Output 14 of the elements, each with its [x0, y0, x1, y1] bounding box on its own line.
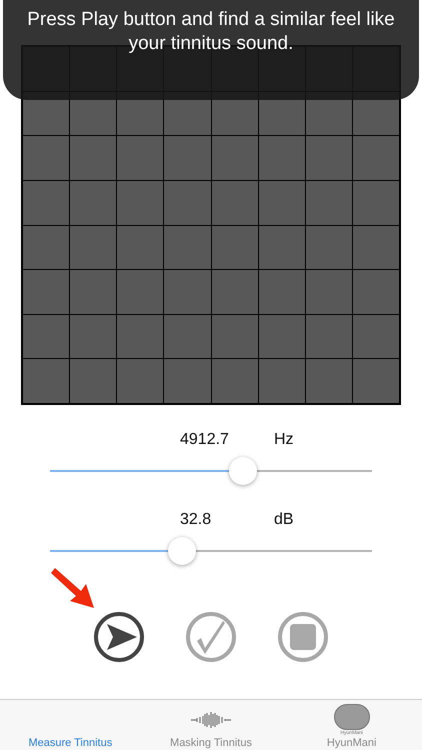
slider-thumb[interactable]: [168, 537, 196, 565]
tab-bar-item[interactable]: Masking Tinnitus: [140, 700, 282, 750]
tab-bar-item[interactable]: Measure Tinnitus: [0, 700, 141, 750]
play-button[interactable]: [93, 611, 145, 663]
slider-unit: Hz: [274, 431, 294, 449]
hint-message: Press Play button and find a similar feel like your tinnitus sound.: [26, 8, 396, 56]
slider[interactable]: [50, 457, 372, 485]
slider-thumb[interactable]: [229, 457, 258, 485]
slider-value: 4912.7: [180, 431, 229, 449]
waveform-icon: [191, 711, 231, 729]
slider[interactable]: [50, 537, 372, 565]
arrow-icon: [49, 567, 95, 609]
slider-value: 32.8: [180, 511, 212, 529]
slider-unit: dB: [274, 511, 294, 529]
